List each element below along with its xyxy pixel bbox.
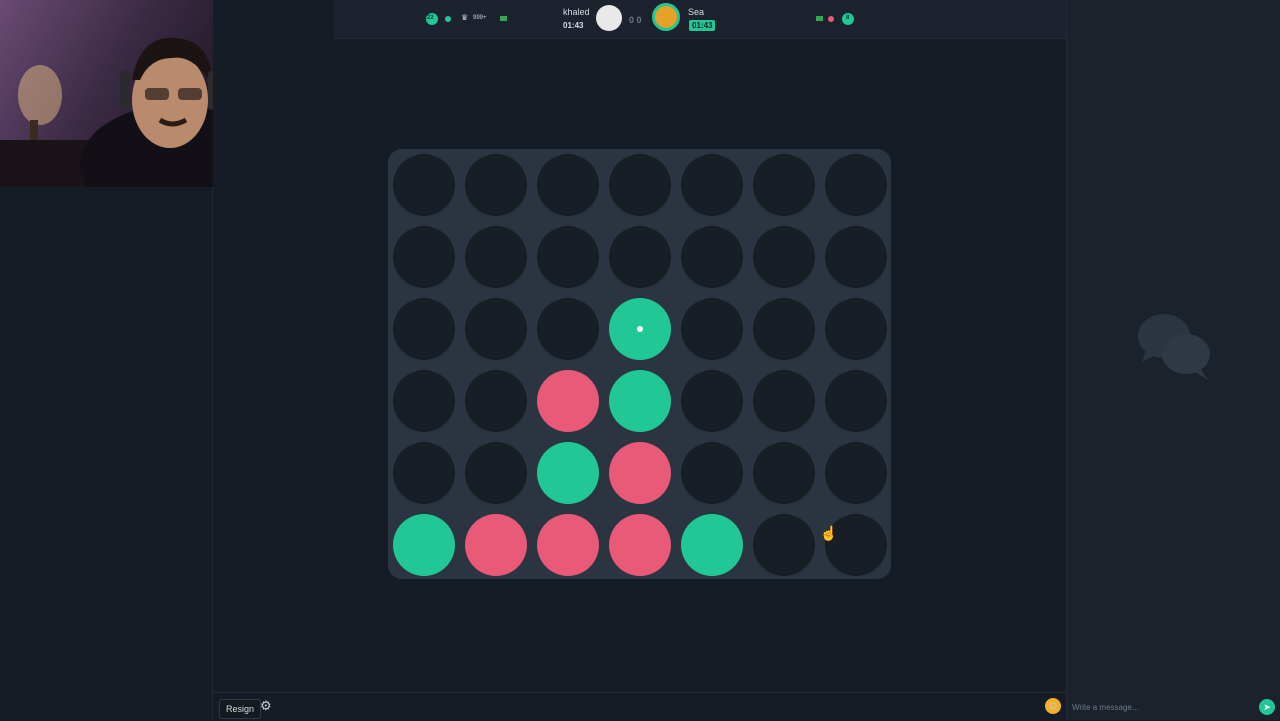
empty-slot[interactable] <box>681 298 743 360</box>
empty-slot[interactable] <box>393 442 455 504</box>
empty-slot[interactable] <box>825 370 887 432</box>
connect-four-board <box>388 149 891 579</box>
player2-timer: 01:43 <box>689 20 716 31</box>
empty-slot[interactable] <box>825 298 887 360</box>
green-disc[interactable] <box>609 370 671 432</box>
player1-flag-icon <box>500 16 507 21</box>
empty-slot[interactable] <box>465 298 527 360</box>
score-text: 0 0 <box>629 15 642 25</box>
empty-slot[interactable] <box>465 154 527 216</box>
empty-slot[interactable] <box>681 226 743 288</box>
empty-slot[interactable] <box>393 226 455 288</box>
empty-slot[interactable] <box>393 298 455 360</box>
empty-slot[interactable] <box>537 298 599 360</box>
player2-avatar <box>652 3 680 31</box>
green-disc[interactable] <box>609 298 671 360</box>
crown-icon: ♛ <box>461 13 469 22</box>
gear-icon[interactable]: ⚙ <box>260 699 274 713</box>
send-icon[interactable]: ➤ <box>1259 699 1275 715</box>
player2-flag-icon <box>816 16 823 21</box>
empty-slot[interactable] <box>393 370 455 432</box>
player2-name: Sea <box>688 7 705 17</box>
player1-timer: 01:43 <box>563 21 584 30</box>
empty-slot[interactable] <box>681 370 743 432</box>
empty-slot[interactable] <box>825 226 887 288</box>
player2-level-text: 8 <box>846 15 850 21</box>
empty-slot[interactable] <box>753 442 815 504</box>
emoji-icon[interactable]: ☺ <box>1045 698 1061 714</box>
bottom-bar: Resign ⚙ ☺ <box>213 692 1066 721</box>
player1-level-text: 22 <box>427 15 434 21</box>
player2-color-dot <box>828 16 834 22</box>
empty-slot[interactable] <box>825 154 887 216</box>
player1-avatar <box>596 5 622 31</box>
last-move-marker <box>637 326 643 332</box>
green-disc[interactable] <box>537 442 599 504</box>
empty-slot[interactable] <box>681 442 743 504</box>
empty-slot[interactable] <box>681 154 743 216</box>
empty-slot[interactable] <box>537 154 599 216</box>
empty-slot[interactable] <box>825 514 887 576</box>
message-input[interactable] <box>1070 697 1260 717</box>
empty-slot[interactable] <box>393 154 455 216</box>
resign-button[interactable]: Resign <box>219 699 262 719</box>
player1-color-dot <box>445 16 451 22</box>
green-disc[interactable] <box>681 514 743 576</box>
empty-slot[interactable] <box>465 442 527 504</box>
empty-slot[interactable] <box>753 226 815 288</box>
empty-slot[interactable] <box>465 226 527 288</box>
red-disc[interactable] <box>537 370 599 432</box>
empty-slot[interactable] <box>753 370 815 432</box>
top-bar: 22 ♛ 999+ khaled 01:43 0 0 Sea 01:43 8 <box>334 0 1066 39</box>
empty-slot[interactable] <box>609 154 671 216</box>
green-disc[interactable] <box>393 514 455 576</box>
player1-rank-text: 999+ <box>473 15 487 21</box>
red-disc[interactable] <box>537 514 599 576</box>
red-disc[interactable] <box>465 514 527 576</box>
chat-bubbles-icon <box>1138 314 1210 380</box>
empty-slot[interactable] <box>753 514 815 576</box>
empty-slot[interactable] <box>537 226 599 288</box>
red-disc[interactable] <box>609 442 671 504</box>
empty-slot[interactable] <box>609 226 671 288</box>
left-sidebar <box>0 187 213 720</box>
empty-slot[interactable] <box>753 298 815 360</box>
player1-name: khaled <box>563 7 590 17</box>
empty-slot[interactable] <box>753 154 815 216</box>
red-disc[interactable] <box>609 514 671 576</box>
empty-slot[interactable] <box>465 370 527 432</box>
empty-slot[interactable] <box>825 442 887 504</box>
mouse-pointer-icon: ☝ <box>820 525 838 541</box>
